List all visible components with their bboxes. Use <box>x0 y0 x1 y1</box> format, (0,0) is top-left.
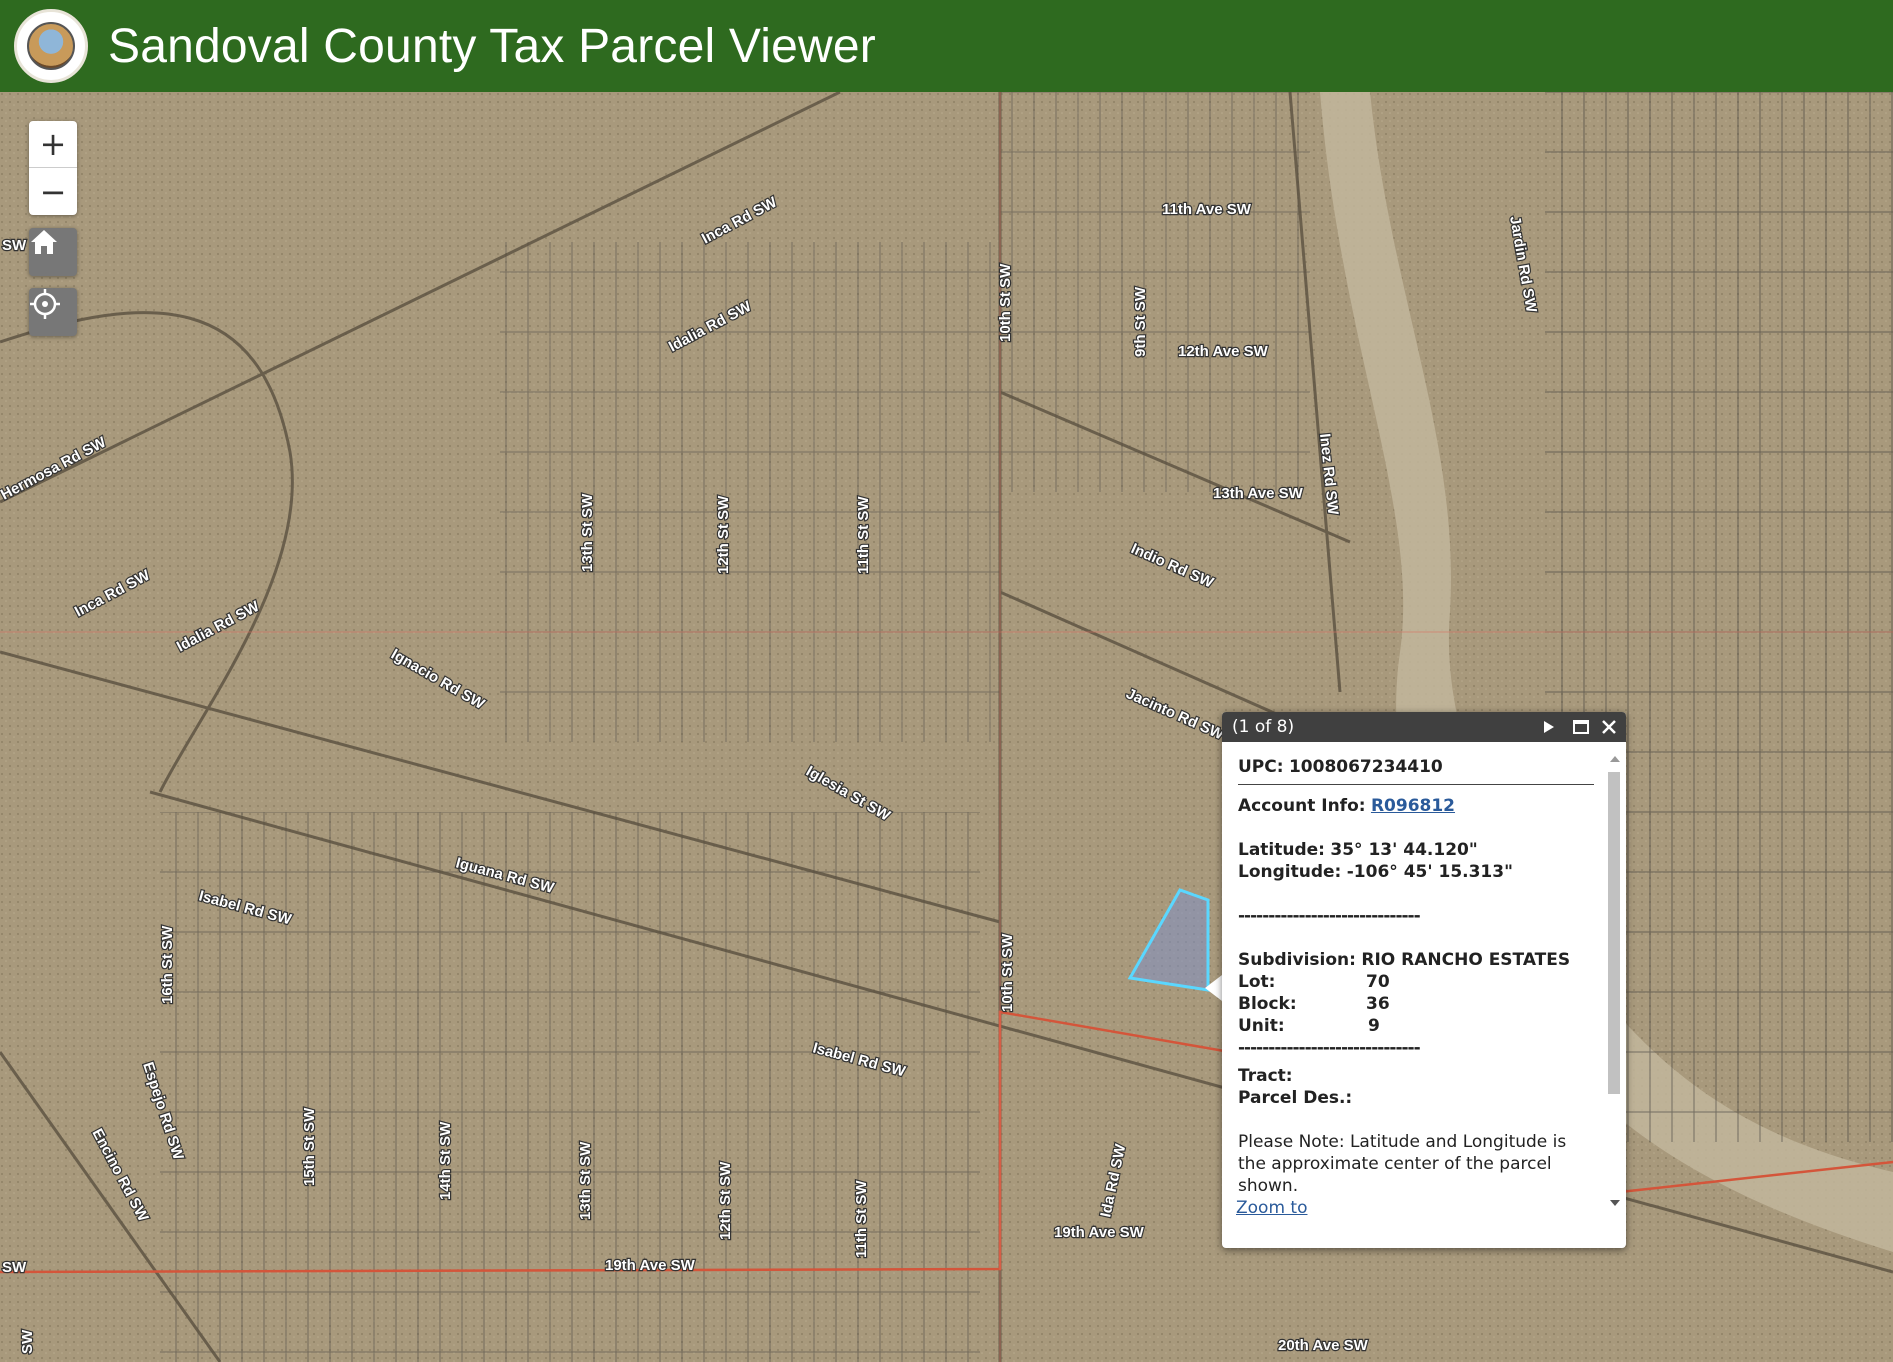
page-title: Sandoval County Tax Parcel Viewer <box>108 19 876 73</box>
street-label: 14th St SW <box>437 1121 454 1200</box>
popup-scrollbar[interactable] <box>1604 748 1622 1218</box>
street-label: SW <box>2 1259 27 1276</box>
street-label: SW <box>2 237 27 254</box>
zoom-out-button[interactable]: − <box>29 168 77 215</box>
unit-label: Unit: <box>1238 1016 1285 1036</box>
divider: ------------------------------ <box>1238 1038 1421 1058</box>
maximize-button[interactable] <box>1570 716 1592 738</box>
home-button[interactable] <box>29 228 77 276</box>
street-label: 13th St SW <box>577 1141 594 1220</box>
maximize-icon <box>1573 720 1589 734</box>
unit-value: 9 <box>1368 1016 1380 1036</box>
street-label: SW <box>19 1329 36 1354</box>
subdivision-label: Subdivision: <box>1238 950 1356 970</box>
close-icon <box>1602 720 1616 734</box>
popup-pointer <box>1205 975 1222 1001</box>
street-label: 9th St SW <box>1132 286 1149 357</box>
popup-counter: (1 of 8) <box>1232 717 1295 737</box>
scroll-down-icon[interactable] <box>1606 1196 1624 1210</box>
divider: ------------------------------ <box>1238 906 1421 926</box>
account-link[interactable]: R096812 <box>1371 796 1455 816</box>
street-label: 15th St SW <box>301 1107 318 1186</box>
scroll-thumb[interactable] <box>1608 772 1620 1094</box>
longitude-label: Longitude: <box>1238 862 1342 882</box>
longitude-value: -106° 45' 15.313" <box>1346 862 1513 882</box>
street-label: 13th St SW <box>579 493 596 572</box>
street-label: 20th Ave SW <box>1278 1337 1369 1354</box>
parcel-des-label: Parcel Des.: <box>1238 1088 1353 1108</box>
street-label: 10th St SW <box>999 933 1016 1012</box>
upc-label: UPC: <box>1238 757 1284 777</box>
close-button[interactable] <box>1598 716 1620 738</box>
latitude-label: Latitude: <box>1238 840 1325 860</box>
street-label: 11th Ave SW <box>1162 201 1252 218</box>
street-label: 19th Ave SW <box>605 1257 696 1274</box>
block-value: 36 <box>1366 994 1390 1014</box>
street-label: 11th St SW <box>853 1180 870 1258</box>
zoom-to-link[interactable]: Zoom to <box>1236 1198 1307 1218</box>
upc-value: 1008067234410 <box>1288 757 1443 777</box>
popup-titlebar: (1 of 8) <box>1222 712 1626 742</box>
app-header: Sandoval County Tax Parcel Viewer <box>0 0 1893 92</box>
tract-label: Tract: <box>1238 1066 1293 1086</box>
county-seal-icon <box>14 9 88 83</box>
street-label: 16th St SW <box>159 925 176 1004</box>
street-label: 13th Ave SW <box>1213 485 1304 502</box>
latitude-value: 35° 13' 44.120" <box>1330 840 1478 860</box>
street-label: 12th St SW <box>717 1161 734 1240</box>
street-label: 10th St SW <box>997 263 1014 342</box>
next-feature-button[interactable] <box>1538 716 1560 738</box>
locate-icon <box>30 289 60 319</box>
block-label: Block: <box>1238 994 1297 1014</box>
street-label: 12th St SW <box>715 495 732 574</box>
street-label: 12th Ave SW <box>1178 343 1269 360</box>
zoom-in-button[interactable]: + <box>29 121 77 168</box>
popup-content: UPC: 1008067234410 Account Info: R096812… <box>1236 756 1600 1219</box>
location-note: Please Note: Latitude and Longitude is t… <box>1238 1132 1567 1196</box>
account-label: Account Info: <box>1238 796 1366 816</box>
lot-value: 70 <box>1366 972 1390 992</box>
home-icon <box>31 230 57 254</box>
street-label: 19th Ave SW <box>1054 1224 1145 1241</box>
subdivision-value: RIO RANCHO ESTATES <box>1361 950 1571 970</box>
street-label: 11th St SW <box>855 496 872 574</box>
scroll-up-icon[interactable] <box>1606 752 1624 766</box>
parcel-popup: (1 of 8) UPC: 1008067234410 Account Info… <box>1222 712 1626 1248</box>
zoom-control: + − <box>29 121 77 215</box>
locate-button[interactable] <box>29 288 77 336</box>
play-icon <box>1544 721 1554 733</box>
lot-label: Lot: <box>1238 972 1276 992</box>
